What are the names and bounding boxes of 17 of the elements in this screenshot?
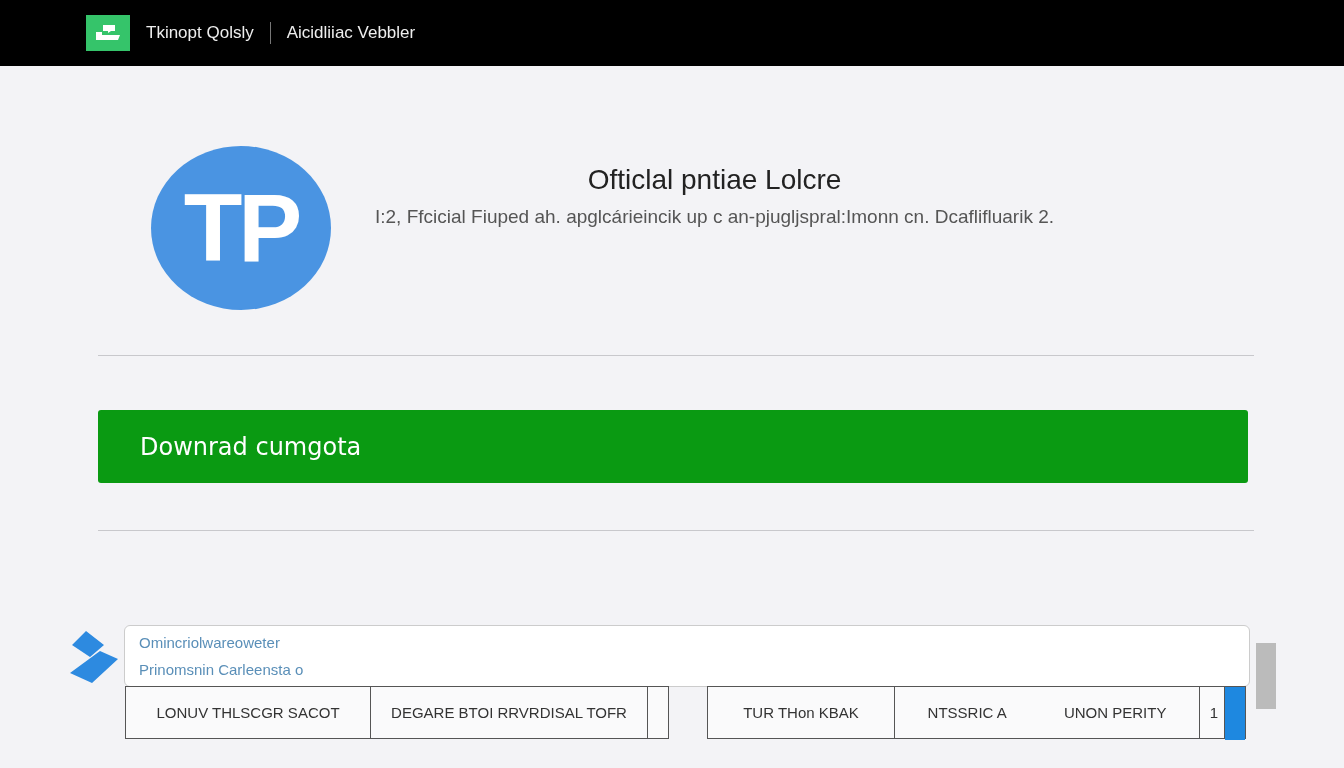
table-cell: UNON PERITY bbox=[1063, 704, 1167, 721]
table-cell: 1 bbox=[1209, 704, 1219, 721]
section-title: Aicidliiac Vebbler bbox=[286, 23, 416, 43]
info-text: Prinomsnin Carleensta o bbox=[139, 661, 305, 678]
table-cell: LONUV THLSCGR SACOT bbox=[156, 704, 340, 721]
page-title: Ofticlal pntiae Lolcre bbox=[587, 164, 842, 196]
scroll-bar[interactable] bbox=[1256, 643, 1276, 709]
download-button[interactable]: Downrad cumgota bbox=[98, 410, 1248, 483]
chat-icon bbox=[86, 15, 130, 51]
table-cell: DEGARE BTOI RRVRDISAL TOFR bbox=[391, 704, 627, 721]
table-cell: NTSSRIC A bbox=[927, 704, 1007, 721]
accent-bar bbox=[1225, 687, 1245, 740]
brand-name: Tkinopt Qolsly bbox=[146, 23, 254, 43]
table-cell: TUR THon KBAK bbox=[743, 704, 859, 721]
info-text: Omincriolwareoweter bbox=[139, 634, 281, 651]
logo: TP bbox=[151, 146, 331, 310]
page-subtitle: I:2, Ffcicial Fiuped ah. apglcárieincik up c an-pjugljspral:Imonn cn. Dcaflifluarik 2. bbox=[375, 206, 1055, 228]
